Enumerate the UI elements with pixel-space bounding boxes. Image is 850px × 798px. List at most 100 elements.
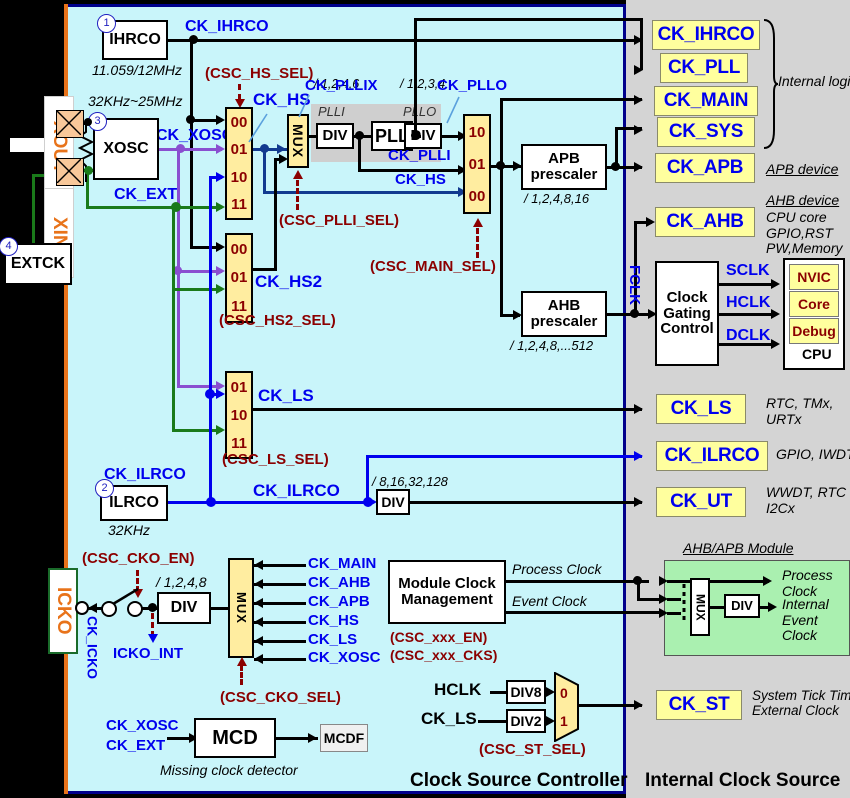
arrow-cko-in1 xyxy=(254,579,263,589)
cpu-title: CPU xyxy=(802,346,832,362)
icko-switch-pivot[interactable] xyxy=(101,601,117,617)
wire-st-out xyxy=(578,704,642,707)
ilrco-label: ILRCO xyxy=(109,493,159,511)
mux-hs-opt-01[interactable]: 01 xyxy=(231,141,248,158)
mux-main[interactable]: 10 01 00 xyxy=(463,114,491,214)
systick-div2-block: DIV2 xyxy=(506,709,546,733)
wire-ahbapb-in2 xyxy=(667,612,681,615)
arrow-ahbapb-in0 xyxy=(659,576,668,586)
wire-ext-to-hs2 xyxy=(172,288,222,291)
ilrco-block: ILRCO 2 xyxy=(95,479,168,521)
wire-plli-down xyxy=(358,135,361,171)
systick-ckls-label: CK_LS xyxy=(421,709,477,728)
ahbapb-mux[interactable]: MUX xyxy=(690,578,710,636)
extck-number: 4 xyxy=(0,237,18,256)
mux-plli-input[interactable]: MUX xyxy=(287,114,309,168)
apb-prescaler-block: APB prescaler xyxy=(521,144,607,190)
wire-ihrco-out xyxy=(168,39,642,42)
mux-st[interactable] xyxy=(554,671,580,743)
wire-hs-down xyxy=(263,148,266,193)
wire-ls-out xyxy=(253,408,642,411)
arrow-ext-ls xyxy=(216,425,225,435)
mcm-event-clock-label: Event Clock xyxy=(512,593,587,609)
arrow-out-ilrco xyxy=(634,451,643,461)
mcd-in-xosc-label: CK_XOSC xyxy=(106,717,179,734)
systick-div8-block: DIV8 xyxy=(506,680,546,704)
ck-pllo-label: CK_PLLO xyxy=(437,77,508,94)
arrow-xosc-hs xyxy=(216,144,225,154)
cko-div-block: DIV xyxy=(157,592,211,624)
cko-in-2-label: CK_APB xyxy=(308,593,370,610)
hclk-label: HCLK xyxy=(726,294,771,311)
ahb-device-list: CPU core GPIO,RST PW,Memory xyxy=(766,209,843,257)
fclk-label: FCLK xyxy=(625,265,643,305)
mcdf-text: MCDF xyxy=(323,729,365,746)
csc-plli-sel-arrow xyxy=(293,170,303,179)
internal-logic-note: Internal logic xyxy=(778,73,850,89)
wire-ext-to-ls xyxy=(172,429,222,432)
ics-panel-title: Internal Clock Source xyxy=(645,770,841,791)
ck-hs-leader xyxy=(247,112,269,144)
csc-hs2-sel-label: (CSC_HS2_SEL) xyxy=(219,312,336,329)
wire-main-up xyxy=(500,98,503,166)
icko-int-arrow xyxy=(148,634,158,643)
wire-extck-up xyxy=(32,174,35,246)
mux-ls[interactable]: 01 10 11 xyxy=(225,371,253,459)
wire-hclk xyxy=(719,313,775,316)
wire-pll-to-out xyxy=(414,18,642,21)
ahbapb-internal-event-clock-label: Internal Event Clock xyxy=(782,596,829,644)
ck-ilrco-note: GPIO, IWDT xyxy=(776,446,850,462)
mux-st-opt-1[interactable]: 1 xyxy=(560,713,568,730)
xosc-label: XOSC xyxy=(103,139,149,157)
wire-dclk xyxy=(719,343,775,346)
ck-plli-label: CK_PLLI xyxy=(388,147,451,164)
mux-ls-opt-11[interactable]: 11 xyxy=(231,435,247,452)
xosc-block: XOSC 3 xyxy=(88,112,159,180)
ck-ilrco-label-top: CK_ILRCO xyxy=(104,466,186,483)
ihrco-freq: 11.059/12MHz xyxy=(92,62,183,78)
mux-hs2-opt-01[interactable]: 01 xyxy=(231,269,248,286)
icko-switch-contact[interactable] xyxy=(127,601,143,617)
mux-ls-opt-01[interactable]: 01 xyxy=(231,379,248,396)
xout-pin-box xyxy=(56,110,84,138)
wire-main-to-out xyxy=(500,98,642,101)
plli-div-text: DIV xyxy=(322,127,348,145)
arrow-ext-hs2 xyxy=(216,284,225,294)
mux-st-opt-0[interactable]: 0 xyxy=(560,685,568,702)
mux-hs-opt-00[interactable]: 00 xyxy=(231,114,248,131)
mcd-caption: Missing clock detector xyxy=(160,762,298,778)
wire-sclk xyxy=(719,283,775,286)
ck-ilrco-bus-label: CK_ILRCO xyxy=(253,481,340,500)
mux-main-opt-10[interactable]: 10 xyxy=(469,124,486,141)
arrow-cko-in2 xyxy=(254,598,263,608)
mux-hs-opt-11[interactable]: 11 xyxy=(231,196,247,213)
systick-hclk-label: HCLK xyxy=(434,680,482,699)
cko-in-4-label: CK_LS xyxy=(308,631,358,648)
wire-pll-down-out xyxy=(640,18,643,70)
ahbapb-div-text: DIV xyxy=(731,598,753,614)
arrow-hs-to-plli-mux xyxy=(277,144,286,154)
sclk-label: SCLK xyxy=(726,262,770,279)
ck-hs2-label: CK_HS2 xyxy=(255,272,323,291)
ahbapb-mux-label: MUX xyxy=(693,593,708,621)
mux-hs2[interactable]: 00 01 11 xyxy=(225,233,253,323)
xosc-freq: 32KHz~25MHz xyxy=(88,93,183,109)
mux-hs2-opt-00[interactable]: 00 xyxy=(231,241,248,258)
mux-hs-opt-10[interactable]: 10 xyxy=(231,169,248,186)
mux-main-opt-01[interactable]: 01 xyxy=(469,156,486,173)
arrow-cko-in3 xyxy=(254,617,263,627)
wire-main-down xyxy=(500,166,503,316)
wire-ilrco-up2 xyxy=(366,455,369,502)
ut-div-block: DIV xyxy=(376,489,410,515)
cpu-debug: Debug xyxy=(789,318,839,344)
ck-ext-label: CK_EXT xyxy=(114,186,178,203)
mux-cko[interactable]: MUX xyxy=(228,558,254,658)
arrow-out-st xyxy=(634,700,643,710)
arrow-mcd-out xyxy=(308,733,317,743)
mcm-title: Module Clock Management xyxy=(398,575,496,608)
mux-main-opt-00[interactable]: 00 xyxy=(469,188,486,205)
wire-ilrco-out xyxy=(168,501,368,504)
mux-ls-opt-10[interactable]: 10 xyxy=(231,407,248,424)
csc-panel-title: Clock Source Controller xyxy=(410,770,628,791)
wire-ilrco-to-out xyxy=(366,455,642,458)
